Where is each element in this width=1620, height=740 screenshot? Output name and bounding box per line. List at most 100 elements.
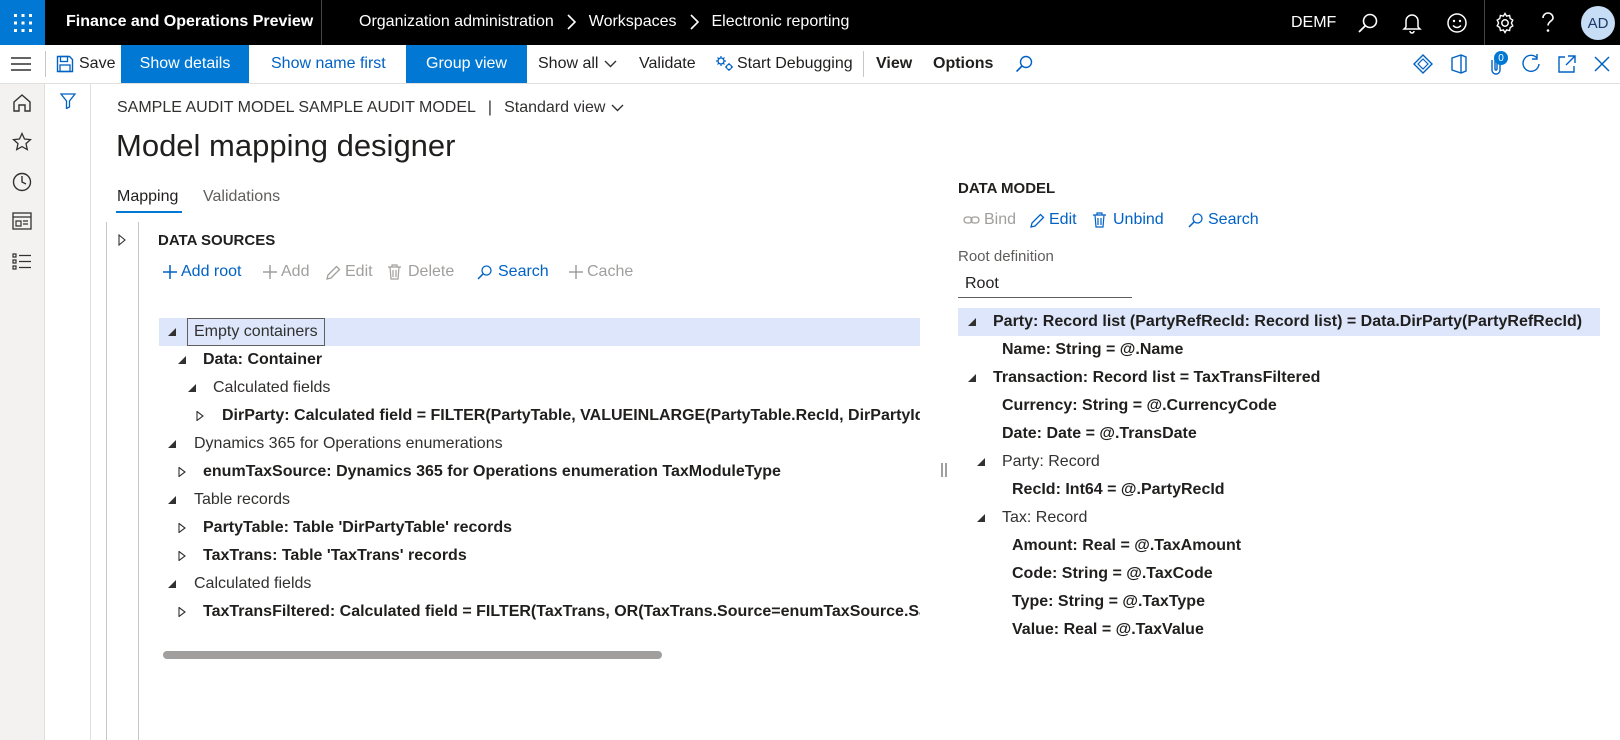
collapse-triangle-icon[interactable] xyxy=(167,327,177,337)
top-navigation-bar: Finance and Operations Preview Organizat… xyxy=(0,0,1620,45)
star-icon[interactable] xyxy=(12,132,32,152)
filter-pane xyxy=(45,84,91,740)
avatar[interactable]: AD xyxy=(1581,6,1615,40)
collapse-triangle-icon[interactable] xyxy=(167,495,177,505)
tree-row[interactable]: Date: Date = @.TransDate xyxy=(958,420,1600,448)
expand-pane-icon[interactable] xyxy=(118,234,126,246)
collapse-triangle-icon[interactable] xyxy=(187,383,197,393)
search-button[interactable]: Search xyxy=(477,263,549,281)
delete-button[interactable]: Delete xyxy=(388,263,454,281)
show-all-dropdown[interactable]: Show all xyxy=(538,45,617,83)
app-launcher-button[interactable] xyxy=(0,0,45,45)
office-icon[interactable] xyxy=(1450,54,1468,74)
tab-mapping[interactable]: Mapping xyxy=(117,188,178,206)
tree-row[interactable]: Amount: Real = @.TaxAmount xyxy=(958,532,1600,560)
add-root-button[interactable]: Add root xyxy=(163,263,241,281)
view-menu[interactable]: View xyxy=(876,45,912,83)
collapse-triangle-icon[interactable] xyxy=(167,439,177,449)
expand-triangle-icon[interactable] xyxy=(177,523,187,533)
tree-node-label: Tax: Record xyxy=(1002,509,1088,526)
expand-triangle-icon[interactable] xyxy=(177,607,187,617)
tree-row[interactable]: DirParty: Calculated field = FILTER(Part… xyxy=(159,402,920,430)
expand-triangle-icon[interactable] xyxy=(195,411,205,421)
validate-button[interactable]: Validate xyxy=(639,45,696,83)
tree-row[interactable]: Type: String = @.TaxType xyxy=(958,588,1600,616)
collapse-triangle-icon[interactable] xyxy=(967,317,977,327)
page-context: SAMPLE AUDIT MODEL SAMPLE AUDIT MODEL | … xyxy=(117,99,624,117)
horizontal-scrollbar-thumb[interactable] xyxy=(163,651,662,659)
tree-row[interactable]: Code: String = @.TaxCode xyxy=(958,560,1600,588)
workspace-icon[interactable] xyxy=(12,212,32,230)
gear-icon[interactable] xyxy=(1494,12,1516,34)
tree-row[interactable]: PartyTable: Table 'DirPartyTable' record… xyxy=(159,514,920,542)
diamond-icon[interactable] xyxy=(1413,54,1433,74)
tree-row[interactable]: Calculated fields xyxy=(159,570,920,598)
collapse-triangle-icon[interactable] xyxy=(967,373,977,383)
hamburger-menu-icon[interactable] xyxy=(11,56,31,72)
tree-node-label: Name: String = @.Name xyxy=(1002,341,1184,358)
collapse-triangle-icon[interactable] xyxy=(167,579,177,589)
refresh-icon[interactable] xyxy=(1521,54,1541,74)
view-selector[interactable]: Standard view xyxy=(504,99,605,117)
show-name-first-button[interactable]: Show name first xyxy=(271,45,386,83)
expand-triangle-icon[interactable] xyxy=(177,467,187,477)
tree-row[interactable]: Name: String = @.Name xyxy=(958,336,1600,364)
add-root-label: Add root xyxy=(181,263,242,280)
data-model-tree: Party: Record list (PartyRefRecId: Recor… xyxy=(958,308,1600,648)
tree-node-label: DirParty: Calculated field = FILTER(Part… xyxy=(222,407,920,424)
breadcrumb-electronic-reporting[interactable]: Electronic reporting xyxy=(712,13,850,31)
save-button[interactable]: Save xyxy=(56,45,115,83)
tree-row[interactable]: enumTaxSource: Dynamics 365 for Operatio… xyxy=(159,458,920,486)
expand-triangle-icon[interactable] xyxy=(177,551,187,561)
edit-button[interactable]: Edit xyxy=(326,263,373,281)
tree-row[interactable]: Party: Record list (PartyRefRecId: Recor… xyxy=(958,308,1600,336)
open-new-window-icon[interactable] xyxy=(1557,54,1577,74)
tree-row[interactable]: Dynamics 365 for Operations enumerations xyxy=(159,430,920,458)
tree-row[interactable]: Currency: String = @.CurrencyCode xyxy=(958,392,1600,420)
tab-validations[interactable]: Validations xyxy=(203,188,280,206)
start-debugging-button[interactable]: Start Debugging xyxy=(715,45,853,83)
smiley-icon[interactable] xyxy=(1446,12,1468,34)
tree-row[interactable]: Data: Container xyxy=(159,346,920,374)
show-details-button[interactable]: Show details xyxy=(121,45,249,83)
bell-icon[interactable] xyxy=(1402,12,1422,34)
tree-row[interactable]: TaxTrans: Table 'TaxTrans' records xyxy=(159,542,920,570)
search-button[interactable]: Search xyxy=(1188,211,1259,229)
tree-row[interactable]: TaxTransFiltered: Calculated field = FIL… xyxy=(159,598,920,626)
edit-button[interactable]: Edit xyxy=(1030,211,1077,229)
search-icon[interactable] xyxy=(1015,55,1033,73)
collapse-triangle-icon[interactable] xyxy=(177,355,187,365)
unbind-button[interactable]: Unbind xyxy=(1093,211,1164,229)
collapse-triangle-icon[interactable] xyxy=(976,457,986,467)
bind-button[interactable]: Bind xyxy=(963,211,1016,229)
tree-row[interactable]: Table records xyxy=(159,486,920,514)
collapse-triangle-icon[interactable] xyxy=(976,513,986,523)
breadcrumb-workspaces[interactable]: Workspaces xyxy=(589,13,677,31)
options-menu[interactable]: Options xyxy=(933,45,993,83)
close-icon[interactable] xyxy=(1594,56,1610,72)
module-list-icon[interactable] xyxy=(12,252,32,270)
tree-row[interactable]: Value: Real = @.TaxValue xyxy=(958,616,1600,644)
company-picker[interactable]: DEMF xyxy=(1291,14,1336,32)
cache-button[interactable]: Cache xyxy=(569,263,633,281)
pane-splitter-handle[interactable] xyxy=(941,463,947,477)
help-icon[interactable] xyxy=(1540,12,1556,34)
tree-row[interactable]: RecId: Int64 = @.PartyRecId xyxy=(958,476,1600,504)
tree-row[interactable]: Empty containers xyxy=(159,318,920,346)
tree-row[interactable]: Calculated fields xyxy=(159,374,920,402)
clock-icon[interactable] xyxy=(12,172,32,192)
tree-row[interactable]: Party: Record xyxy=(958,448,1600,476)
tree-node-label: Table records xyxy=(194,491,291,508)
home-icon[interactable] xyxy=(12,93,32,113)
tree-row[interactable]: Tax: Record xyxy=(958,504,1600,532)
add-button[interactable]: Add xyxy=(263,263,309,281)
divider xyxy=(321,0,322,45)
chevron-down-icon[interactable] xyxy=(611,104,624,112)
app-title[interactable]: Finance and Operations Preview xyxy=(66,13,313,31)
breadcrumb-organization-administration[interactable]: Organization administration xyxy=(359,13,554,31)
root-definition-field[interactable]: Root xyxy=(958,270,1132,298)
search-icon[interactable] xyxy=(1357,12,1379,34)
filter-icon[interactable] xyxy=(60,93,76,109)
tree-row[interactable]: Transaction: Record list = TaxTransFilte… xyxy=(958,364,1600,392)
group-view-button[interactable]: Group view xyxy=(406,45,527,83)
